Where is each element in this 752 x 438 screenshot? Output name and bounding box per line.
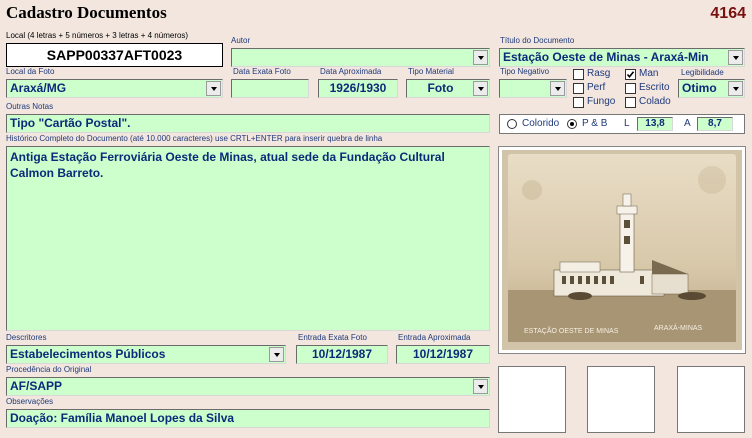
autor-combo[interactable] [231, 48, 490, 67]
data-exata-label: Data Exata Foto [233, 67, 291, 76]
descritores-value: Estabelecimentos Públicos [10, 347, 166, 361]
data-aprox-field[interactable]: 1926/1930 [318, 79, 398, 98]
thumbnail-slot-1[interactable] [498, 366, 566, 433]
procedencia-value: AF/SAPP [10, 379, 63, 393]
photo-caption-right: ARAXÁ-MINAS [654, 323, 703, 332]
checkbox-fungo-label: Fungo [587, 96, 616, 107]
procedencia-label: Procedência do Original [6, 365, 92, 374]
color-mode-group: Colorido P & B L 13,8 A 8,7 [499, 114, 745, 134]
checkbox-rasg-label: Rasg [587, 68, 611, 79]
checkbox-escrito-label: Escrito [639, 82, 670, 93]
radio-pb[interactable] [567, 119, 577, 129]
historico-textarea[interactable]: Antiga Estação Ferroviária Oeste de Mina… [6, 146, 490, 331]
checkbox-escrito[interactable] [625, 83, 636, 94]
station-photo-image: ESTAÇÃO OESTE DE MINAS ARAXÁ-MINAS [502, 150, 742, 350]
radio-colorido-label: Colorido [522, 118, 560, 129]
l-field[interactable]: 13,8 [637, 117, 673, 131]
tipo-material-dropdown-icon[interactable] [473, 81, 488, 96]
checkbox-man-label: Man [639, 68, 659, 79]
local-foto-label: Local da Foto [6, 67, 55, 76]
titulo-label: Título do Documento [500, 36, 575, 45]
entrada-aprox-label: Entrada Aproximada [398, 333, 471, 342]
entrada-exata-field[interactable]: 10/12/1987 [296, 345, 388, 364]
procedencia-dropdown-icon[interactable] [473, 379, 488, 394]
entrada-aprox-field[interactable]: 10/12/1987 [396, 345, 490, 364]
checkbox-perf-label: Perf [587, 82, 606, 93]
document-photo: ESTAÇÃO OESTE DE MINAS ARAXÁ-MINAS [498, 146, 746, 354]
observacoes-field[interactable]: Doação: Família Manoel Lopes da Silva [6, 409, 490, 428]
data-aprox-label: Data Aproximada [320, 67, 382, 76]
tipo-negativo-combo[interactable] [499, 79, 567, 98]
checkbox-fungo[interactable] [573, 97, 584, 108]
thumbnail-slot-2[interactable] [587, 366, 655, 433]
autor-label: Autor [231, 36, 251, 45]
observacoes-label: Observações [6, 397, 54, 406]
entrada-exata-label: Entrada Exata Foto [298, 333, 367, 342]
l-label: L [624, 118, 630, 129]
legibilidade-dropdown-icon[interactable] [728, 81, 743, 96]
thumbnail-slot-3[interactable] [677, 366, 745, 433]
a-field[interactable]: 8,7 [697, 117, 733, 131]
historico-label: Histórico Completo do Documento (até 10.… [6, 134, 383, 143]
descritores-combo[interactable]: Estabelecimentos Públicos [6, 345, 286, 364]
record-number: 4164 [710, 5, 746, 22]
checkbox-rasg[interactable] [573, 69, 584, 80]
legibilidade-combo[interactable]: Otimo [678, 79, 745, 98]
checkbox-colado[interactable] [625, 97, 636, 108]
tipo-negativo-label: Tipo Negativo [500, 67, 550, 76]
radio-colorido[interactable] [507, 119, 517, 129]
a-label: A [684, 118, 691, 129]
local-label: Local (4 letras + 5 números + 3 letras +… [6, 31, 189, 40]
page-title: Cadastro Documentos [6, 3, 167, 22]
legibilidade-value: Otimo [682, 81, 717, 95]
outras-notas-label: Outras Notas [6, 102, 54, 111]
tipo-material-label: Tipo Material [408, 67, 454, 76]
titulo-combo[interactable]: Estação Oeste de Minas - Araxá-Min [499, 48, 745, 67]
local-foto-combo[interactable]: Araxá/MG [6, 79, 223, 98]
procedencia-combo[interactable]: AF/SAPP [6, 377, 490, 396]
titulo-dropdown-icon[interactable] [728, 50, 743, 65]
outras-notas-field[interactable]: Tipo "Cartão Postal". [6, 114, 490, 133]
tipo-negativo-dropdown-icon[interactable] [550, 81, 565, 96]
local-foto-dropdown-icon[interactable] [206, 81, 221, 96]
checkbox-man[interactable] [625, 69, 636, 80]
checkbox-colado-label: Colado [639, 96, 671, 107]
checkmark-icon [626, 71, 635, 79]
local-foto-value: Araxá/MG [10, 81, 67, 95]
photo-caption-left: ESTAÇÃO OESTE DE MINAS [524, 326, 619, 335]
local-field[interactable]: SAPP00337AFT0023 [6, 43, 223, 67]
tipo-material-value: Foto [427, 81, 454, 95]
tipo-material-combo[interactable]: Foto [406, 79, 490, 98]
descritores-dropdown-icon[interactable] [269, 347, 284, 362]
descritores-label: Descritores [6, 333, 47, 342]
titulo-value: Estação Oeste de Minas - Araxá-Min [503, 50, 709, 64]
autor-dropdown-icon[interactable] [473, 50, 488, 65]
checkbox-perf[interactable] [573, 83, 584, 94]
data-exata-field[interactable] [231, 79, 309, 98]
radio-pb-label: P & B [582, 118, 608, 129]
legibilidade-label: Legibilidade [681, 68, 724, 77]
